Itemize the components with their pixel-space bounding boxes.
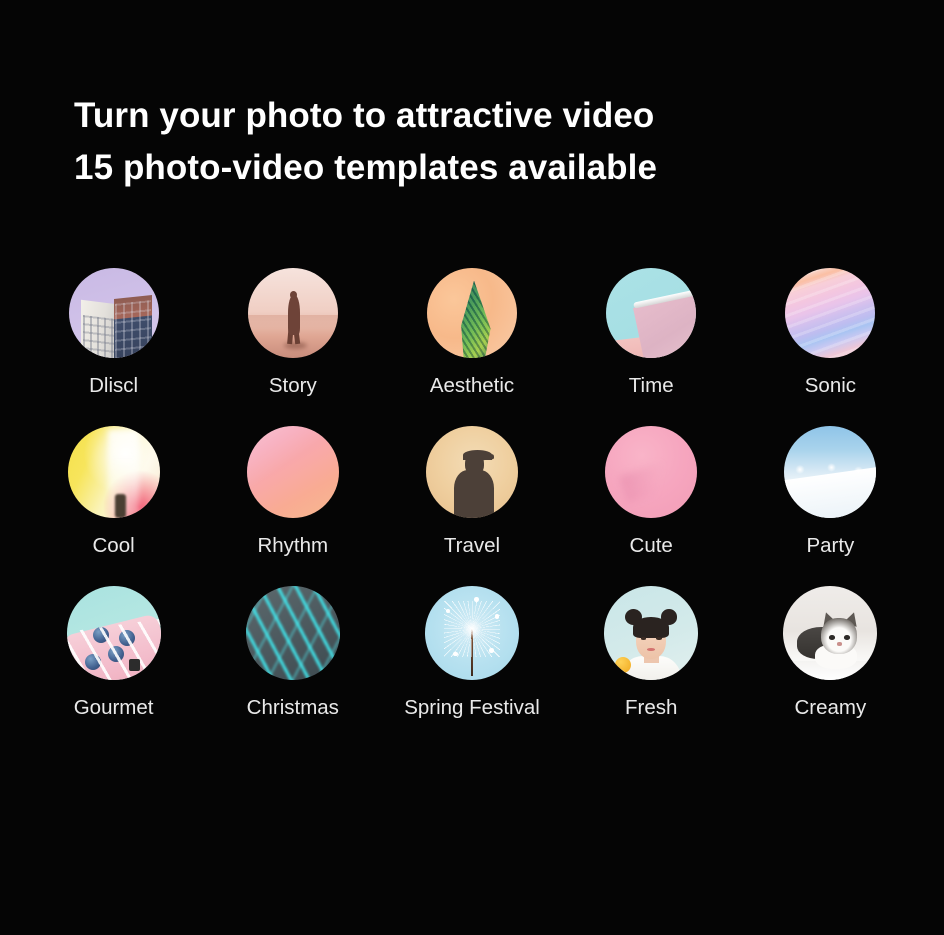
template-label: Creamy	[794, 696, 867, 719]
template-label: Cool	[92, 534, 135, 557]
template-label: Spring Festival	[404, 696, 540, 719]
template-item-cute[interactable]: Cute	[562, 426, 741, 558]
headline-line-1: Turn your photo to attractive video	[74, 96, 655, 135]
template-item-christmas[interactable]: Christmas	[203, 586, 382, 720]
template-item-story[interactable]: Story	[203, 268, 382, 398]
template-thumbnail-christmas[interactable]	[245, 586, 340, 680]
page-title: Turn your photo to attractive video 15 p…	[74, 90, 874, 194]
template-item-dliscl[interactable]: Dliscl	[24, 268, 203, 398]
template-item-spring-festival[interactable]: Spring Festival	[382, 586, 561, 720]
template-label: Rhythm	[257, 534, 329, 557]
template-thumbnail-rhythm[interactable]	[246, 426, 339, 518]
template-item-travel[interactable]: Travel	[382, 426, 561, 558]
template-thumbnail-aesthetic[interactable]	[426, 268, 517, 358]
template-item-sonic[interactable]: Sonic	[741, 268, 920, 398]
template-label: Fresh	[624, 696, 678, 719]
template-thumbnail-creamy[interactable]	[783, 586, 878, 680]
template-label: Cute	[629, 534, 673, 557]
template-label: Story	[268, 374, 317, 397]
template-gallery-page: Turn your photo to attractive video 15 p…	[0, 0, 944, 935]
template-label: Party	[806, 534, 855, 557]
template-thumbnail-fresh[interactable]	[604, 586, 699, 680]
template-label: Sonic	[804, 374, 857, 397]
template-label: Dliscl	[89, 374, 139, 397]
template-thumbnail-gourmet[interactable]	[66, 586, 161, 680]
template-thumbnail-time[interactable]	[606, 268, 697, 358]
template-label: Gourmet	[73, 696, 154, 719]
template-item-party[interactable]: Party	[741, 426, 920, 558]
template-item-fresh[interactable]: Fresh	[562, 586, 741, 720]
template-label: Aesthetic	[429, 374, 515, 397]
headline-line-2: 15 photo-video templates available	[74, 148, 658, 187]
template-label: Travel	[443, 534, 501, 557]
template-label: Time	[628, 374, 674, 397]
template-item-cool[interactable]: Cool	[24, 426, 203, 558]
template-thumbnail-sonic[interactable]	[785, 268, 876, 358]
template-item-creamy[interactable]: Creamy	[741, 586, 920, 720]
template-item-time[interactable]: Time	[562, 268, 741, 398]
template-item-rhythm[interactable]: Rhythm	[203, 426, 382, 558]
template-thumbnail-story[interactable]	[247, 268, 338, 358]
template-thumbnail-cool[interactable]	[67, 426, 160, 518]
template-grid: Dliscl Story Aesthetic Time Sonic Cool R…	[24, 268, 920, 720]
template-thumbnail-party[interactable]	[784, 426, 877, 518]
template-thumbnail-spring-festival[interactable]	[424, 586, 519, 680]
template-item-gourmet[interactable]: Gourmet	[24, 586, 203, 720]
template-thumbnail-dliscl[interactable]	[68, 268, 159, 358]
template-label: Christmas	[246, 696, 339, 719]
template-thumbnail-travel[interactable]	[425, 426, 518, 518]
template-item-aesthetic[interactable]: Aesthetic	[382, 268, 561, 398]
template-thumbnail-cute[interactable]	[605, 426, 698, 518]
